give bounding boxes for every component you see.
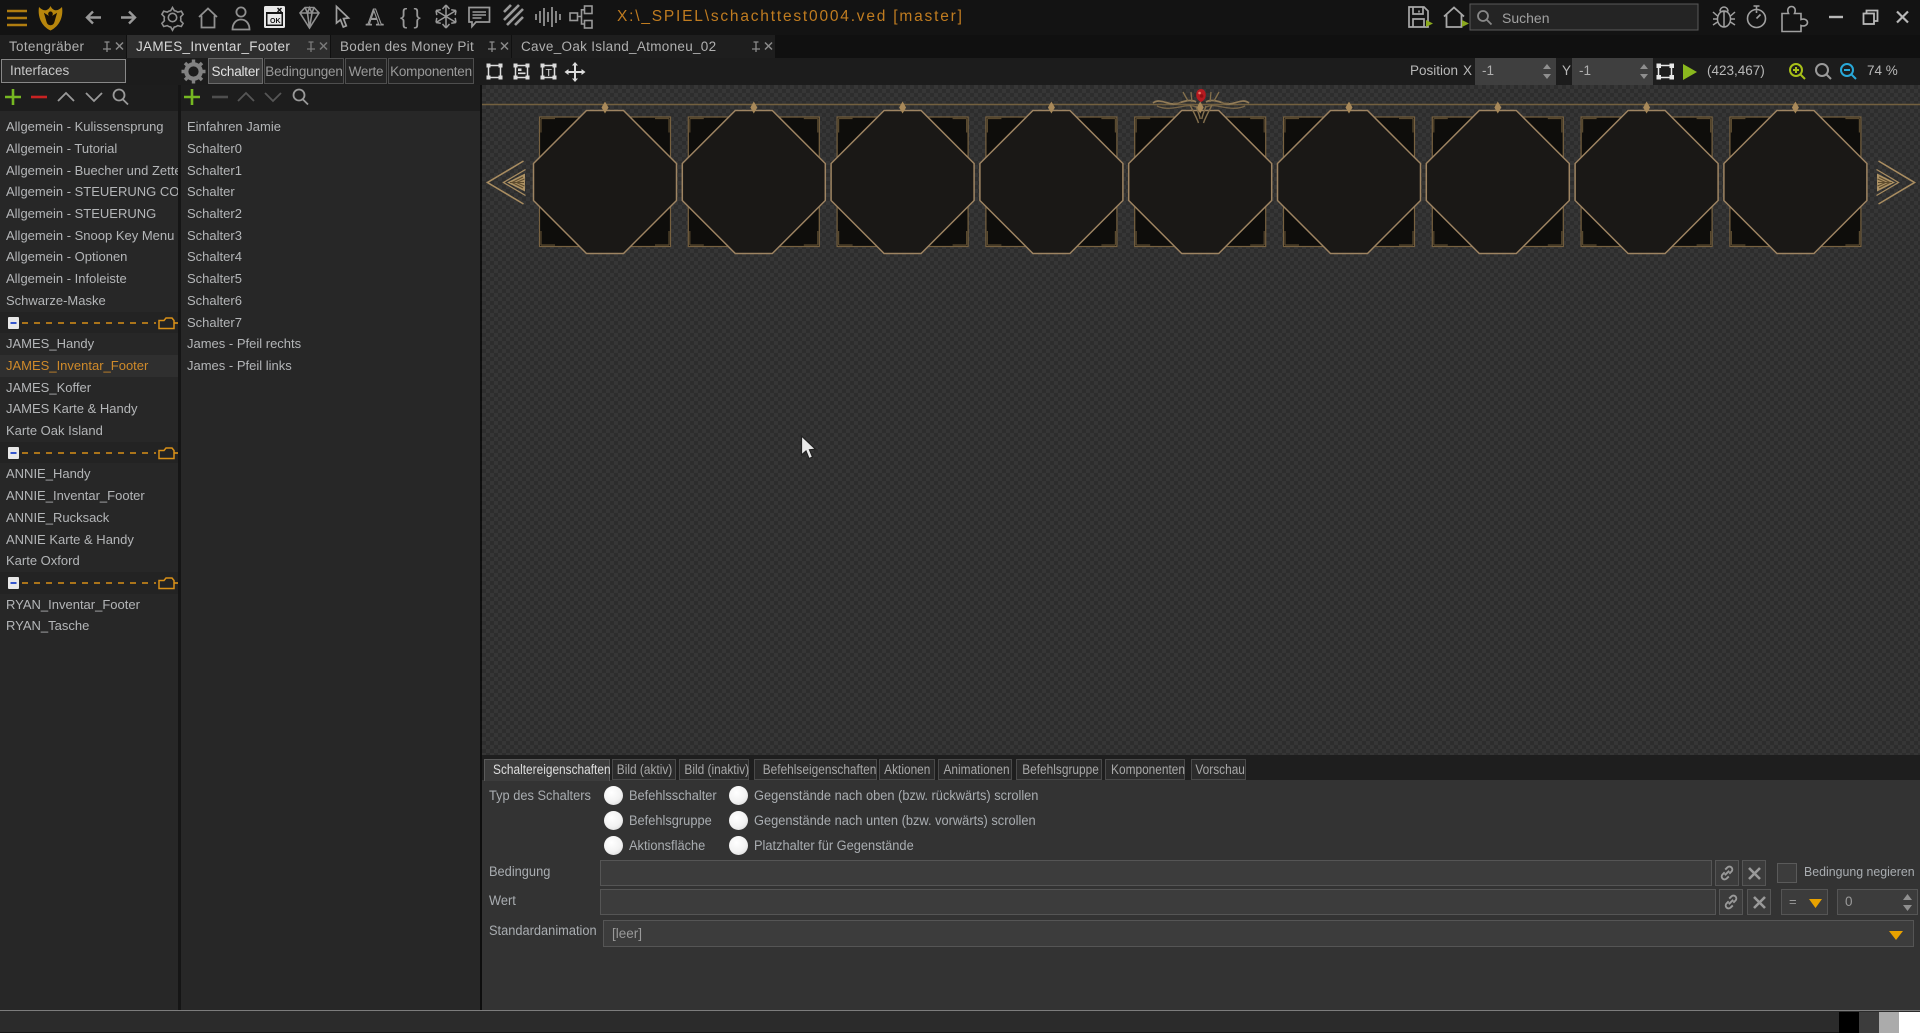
svg-text:Suchen: Suchen xyxy=(1502,10,1549,26)
svg-text:OK: OK xyxy=(270,18,281,25)
svg-text:T: T xyxy=(546,67,553,79)
svg-text:{ }: { } xyxy=(400,4,421,29)
svg-text:A: A xyxy=(366,5,384,31)
